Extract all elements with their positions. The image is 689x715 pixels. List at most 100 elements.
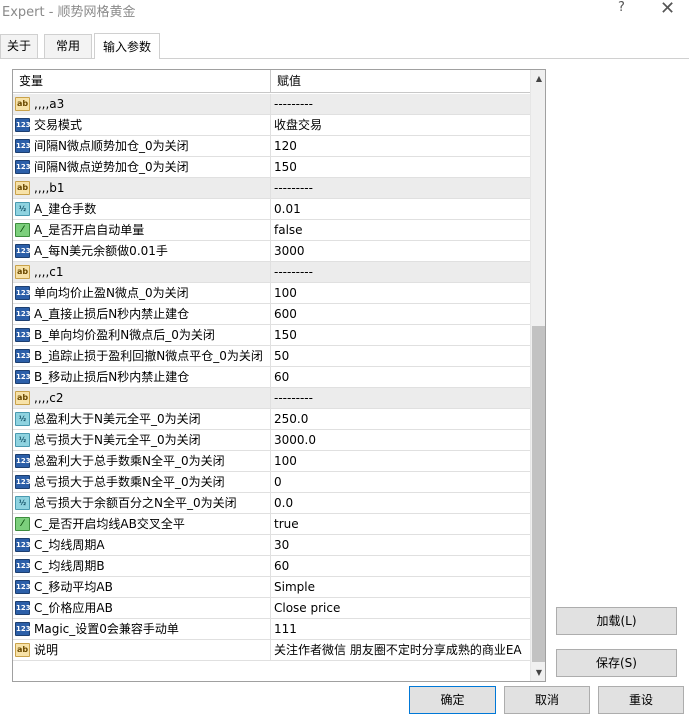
table-row[interactable]: ab 说明 关注作者微信 朋友圈不定时分享成熟的商业EA [13,640,530,661]
table-row[interactable]: 123 C_均线周期A 30 [13,535,530,556]
cell-separator [270,430,271,451]
table-row[interactable]: 123 C_移动平均AB Simple [13,577,530,598]
parameter-value[interactable]: 111 [274,619,528,640]
parameter-name: 总亏损大于N美元全平_0为关闭 [34,433,201,447]
parameter-name: 总盈利大于N美元全平_0为关闭 [34,412,201,426]
scroll-thumb[interactable] [532,326,545,662]
table-row[interactable]: ½ 总亏损大于N美元全平_0为关闭 3000.0 [13,430,530,451]
integer-type-icon: 123 [15,538,31,552]
table-row[interactable]: 123 总亏损大于总手数乘N全平_0为关闭 0 [13,472,530,493]
table-row[interactable]: 123 A_每N美元余额做0.01手 3000 [13,241,530,262]
parameter-name: A_每N美元余额做0.01手 [34,244,168,258]
parameter-name: ,,,,c1 [34,265,64,279]
parameter-value[interactable]: 3000.0 [274,430,528,451]
save-button[interactable]: 保存(S) [556,649,677,677]
table-row[interactable]: ab ,,,,c2 --------- [13,388,530,409]
parameter-value[interactable]: 60 [274,367,528,388]
parameter-value[interactable]: 关注作者微信 朋友圈不定时分享成熟的商业EA [274,640,528,661]
parameter-value[interactable]: 100 [274,451,528,472]
string-type-icon: ab [15,391,30,405]
parameter-value[interactable]: 120 [274,136,528,157]
parameter-value[interactable]: 100 [274,283,528,304]
parameter-name: 总盈利大于总手数乘N全平_0为关闭 [34,454,225,468]
integer-type-icon: 123 [15,622,31,636]
tab-inputs[interactable]: 输入参数 [94,33,160,59]
string-type-icon: ab [15,181,30,195]
scroll-down-icon[interactable]: ▼ [531,664,545,681]
table-row[interactable]: 123 单向均价止盈N微点_0为关闭 100 [13,283,530,304]
table-row[interactable]: 123 间隔N微点逆势加仓_0为关闭 150 [13,157,530,178]
header-value[interactable]: 赋值 [271,70,530,93]
parameter-name: C_移动平均AB [34,580,113,594]
close-icon[interactable]: ✕ [660,0,675,19]
parameter-value[interactable]: 150 [274,325,528,346]
table-row[interactable]: 123 B_单向均价盈利N微点后_0为关闭 150 [13,325,530,346]
table-row[interactable]: 123 总盈利大于总手数乘N全平_0为关闭 100 [13,451,530,472]
table-row[interactable]: 123 间隔N微点顺势加仓_0为关闭 120 [13,136,530,157]
table-row[interactable]: 123 A_直接止损后N秒内禁止建仓 600 [13,304,530,325]
double-type-icon: ½ [15,433,30,447]
tab-about[interactable]: 关于 [0,34,38,58]
parameter-value[interactable]: 60 [274,556,528,577]
cell-separator [270,115,271,136]
cell-separator [270,178,271,199]
parameter-value[interactable]: --------- [274,94,528,115]
header-variable[interactable]: 变量 [13,70,270,93]
bool-type-icon: ⁄ [15,223,30,237]
parameter-name: 说明 [34,643,59,657]
reset-button[interactable]: 重设 [598,686,684,714]
help-icon[interactable]: ? [618,0,625,15]
parameter-value[interactable]: 0.01 [274,199,528,220]
tab-common[interactable]: 常用 [44,34,92,58]
string-type-icon: ab [15,97,30,111]
vertical-scrollbar[interactable]: ▲ ▼ [530,70,545,681]
parameter-value[interactable]: Close price [274,598,528,619]
cell-separator [270,199,271,220]
cancel-button[interactable]: 取消 [504,686,590,714]
parameter-name: C_是否开启均线AB交叉全平 [34,517,185,531]
parameter-value[interactable]: 50 [274,346,528,367]
table-row[interactable]: ab ,,,,c1 --------- [13,262,530,283]
table-row[interactable]: ab ,,,,a3 --------- [13,94,530,115]
cell-separator [270,472,271,493]
parameter-value[interactable]: --------- [274,388,528,409]
parameter-value[interactable]: --------- [274,262,528,283]
integer-type-icon: 123 [15,601,31,615]
table-row[interactable]: 123 C_价格应用AB Close price [13,598,530,619]
parameter-value[interactable]: 150 [274,157,528,178]
parameter-value[interactable]: 250.0 [274,409,528,430]
integer-type-icon: 123 [15,580,31,594]
table-row[interactable]: ½ 总亏损大于余额百分之N全平_0为关闭 0.0 [13,493,530,514]
parameter-name: B_单向均价盈利N微点后_0为关闭 [34,328,215,342]
table-row[interactable]: ⁄ A_是否开启自动单量 false [13,220,530,241]
parameter-value[interactable]: false [274,220,528,241]
parameter-name: B_追踪止损于盈利回撤N微点平仓_0为关闭 [34,349,263,363]
cell-separator [270,241,271,262]
parameter-value[interactable]: 0.0 [274,493,528,514]
load-button[interactable]: 加载(L) [556,607,677,635]
window-title: Expert - 顺势网格黄金 [2,5,136,20]
scroll-up-icon[interactable]: ▲ [531,70,545,87]
parameter-value[interactable]: 30 [274,535,528,556]
parameter-value[interactable]: 3000 [274,241,528,262]
parameter-value[interactable]: Simple [274,577,528,598]
parameter-value[interactable]: 0 [274,472,528,493]
table-row[interactable]: ½ A_建仓手数 0.01 [13,199,530,220]
bool-type-icon: ⁄ [15,517,30,531]
table-row[interactable]: ⁄ C_是否开启均线AB交叉全平 true [13,514,530,535]
table-row[interactable]: 123 B_移动止损后N秒内禁止建仓 60 [13,367,530,388]
parameters-grid[interactable]: 变量 赋值 ab ,,,,a3 --------- 123 交易模式 收盘交易 123 间隔N… [12,69,546,682]
table-row[interactable]: 123 B_追踪止损于盈利回撤N微点平仓_0为关闭 50 [13,346,530,367]
parameter-value[interactable]: 600 [274,304,528,325]
table-row[interactable]: ab ,,,,b1 --------- [13,178,530,199]
parameter-value[interactable]: --------- [274,178,528,199]
parameter-value[interactable]: 收盘交易 [274,115,528,136]
table-row[interactable]: 123 交易模式 收盘交易 [13,115,530,136]
cell-separator [270,493,271,514]
table-row[interactable]: ½ 总盈利大于N美元全平_0为关闭 250.0 [13,409,530,430]
table-row[interactable]: 123 Magic_设置0会兼容手动单 111 [13,619,530,640]
tab-bar: 关于 常用 输入参数 [0,33,689,59]
table-row[interactable]: 123 C_均线周期B 60 [13,556,530,577]
ok-button[interactable]: 确定 [409,686,496,714]
parameter-value[interactable]: true [274,514,528,535]
